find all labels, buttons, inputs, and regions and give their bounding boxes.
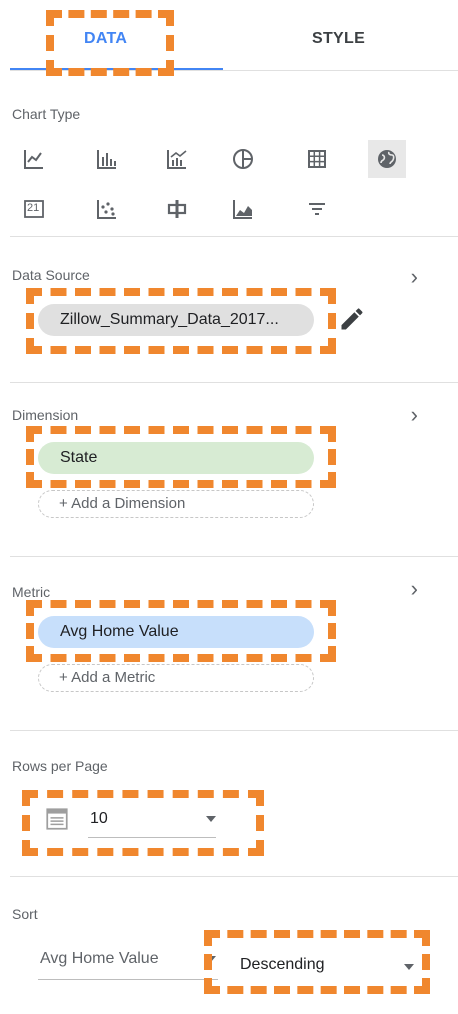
bar-chart-icon[interactable] xyxy=(90,142,124,176)
pie-chart-icon[interactable] xyxy=(226,142,260,176)
sort-field-caret-icon xyxy=(206,956,216,962)
area-chart-icon[interactable] xyxy=(226,192,260,226)
sort-field-underline xyxy=(38,979,218,980)
chart-type-label: Chart Type xyxy=(12,106,81,122)
sort-label: Sort xyxy=(12,906,38,922)
metric-label: Metric xyxy=(12,584,51,600)
tab-style[interactable]: STYLE xyxy=(312,30,365,48)
filter-control-icon[interactable] xyxy=(300,192,334,226)
sort-field-value: Avg Home Value xyxy=(40,950,159,967)
geo-map-icon[interactable] xyxy=(368,140,406,178)
sort-order-select[interactable]: Descending xyxy=(240,952,420,986)
scatter-chart-icon[interactable] xyxy=(90,192,124,226)
dimension-divider xyxy=(10,556,458,557)
combo-chart-icon[interactable] xyxy=(160,142,194,176)
tabs-divider xyxy=(10,70,458,71)
add-dimension-button[interactable]: + Add a Dimension xyxy=(38,490,314,518)
bullet-chart-icon[interactable] xyxy=(160,192,194,226)
sort-field-select[interactable]: Avg Home Value xyxy=(38,946,218,980)
rows-per-page-select[interactable]: 10 xyxy=(88,806,216,838)
data-source-label: Data Source xyxy=(12,267,90,283)
sort-order-value: Descending xyxy=(240,956,325,973)
rows-per-page-divider xyxy=(10,876,458,877)
dimension-chip-state[interactable]: State xyxy=(38,442,314,474)
sort-order-caret-icon xyxy=(404,964,414,970)
tab-data[interactable]: DATA xyxy=(84,30,127,48)
data-source-chip[interactable]: Zillow_Summary_Data_2017... xyxy=(38,304,314,336)
rows-per-page-icon xyxy=(44,806,70,832)
rows-per-page-label: Rows per Page xyxy=(12,758,108,774)
metric-divider xyxy=(10,730,458,731)
chart-type-divider xyxy=(10,236,458,237)
line-chart-icon[interactable] xyxy=(17,142,51,176)
scorecard-icon[interactable]: 21 xyxy=(17,192,51,226)
data-source-divider xyxy=(10,382,458,383)
dimension-label: Dimension xyxy=(12,407,79,423)
table-icon[interactable] xyxy=(300,142,334,176)
rows-per-page-value: 10 xyxy=(90,810,108,827)
edit-pencil-icon[interactable] xyxy=(338,305,366,333)
data-source-expand-icon[interactable]: › xyxy=(411,266,418,288)
metric-expand-icon[interactable]: › xyxy=(411,578,418,600)
add-metric-button[interactable]: + Add a Metric xyxy=(38,664,314,692)
metric-chip-avg-home-value[interactable]: Avg Home Value xyxy=(38,616,314,648)
rows-per-page-underline xyxy=(88,837,216,838)
scorecard-icon-text: 21 xyxy=(27,202,40,214)
dimension-expand-icon[interactable]: › xyxy=(411,404,418,426)
rows-per-page-caret-icon xyxy=(206,816,216,822)
